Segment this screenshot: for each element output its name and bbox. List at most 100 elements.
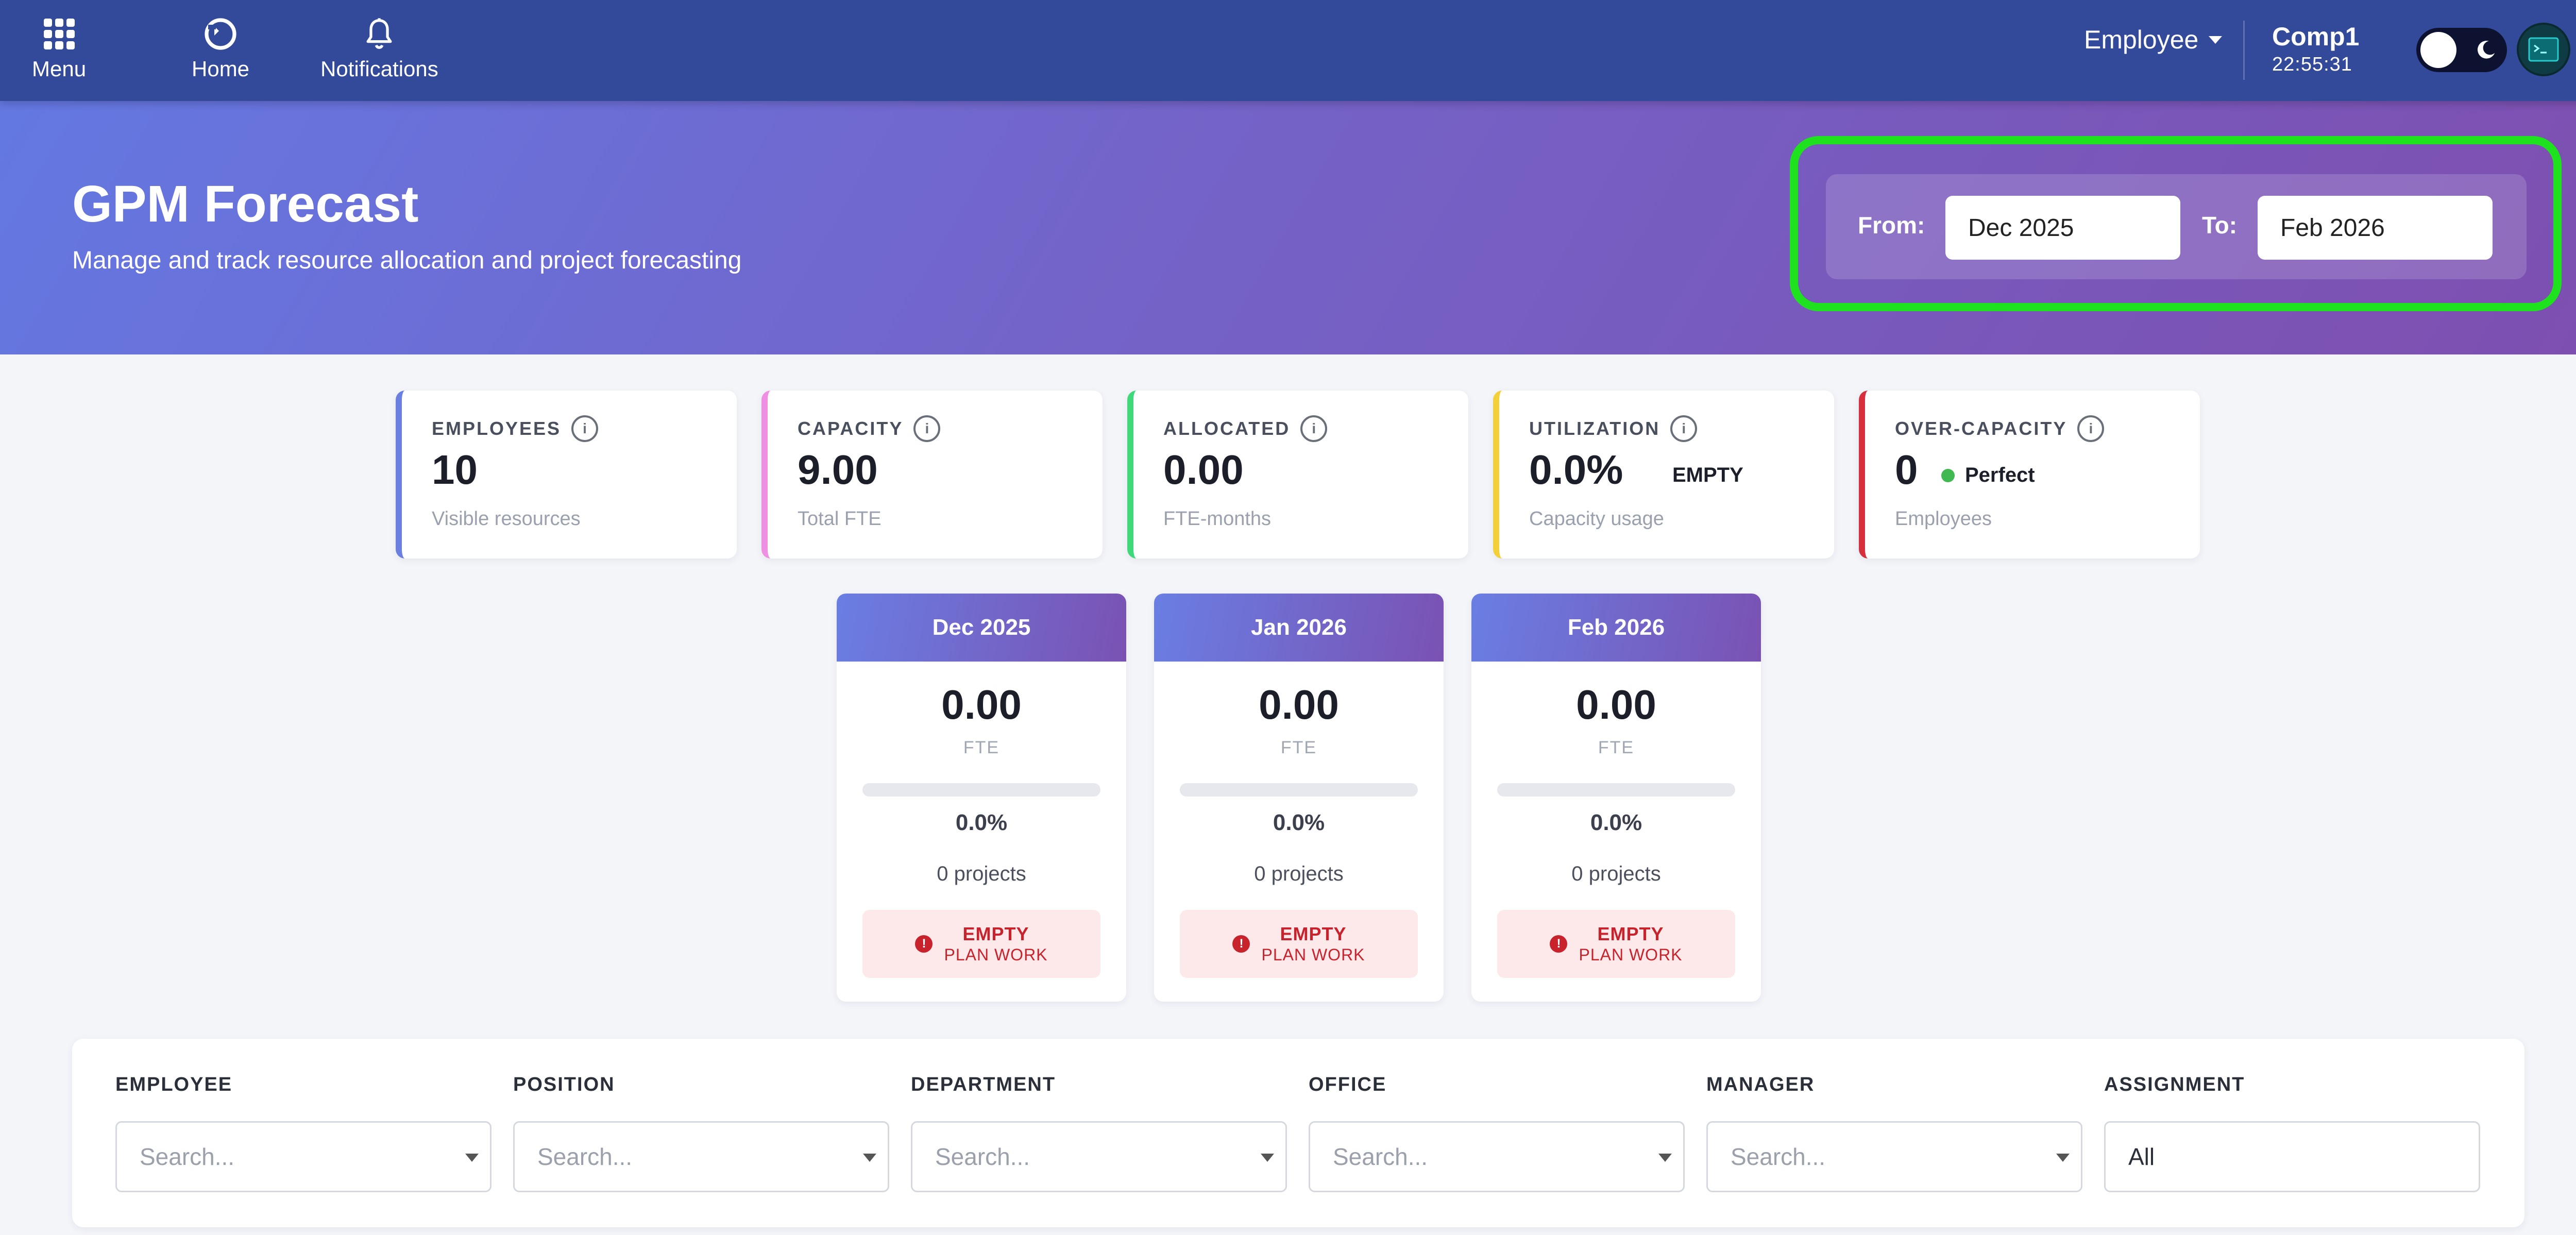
filter-position-text: Search...: [537, 1143, 633, 1170]
stat-label-text: UTILIZATION: [1529, 418, 1660, 439]
filter-label-manager: MANAGER: [1706, 1074, 1815, 1095]
filter-office-text: Search...: [1333, 1143, 1428, 1170]
month-status-badge[interactable]: ! EMPTY PLAN WORK: [862, 910, 1100, 978]
stat-label: ALLOCATED i: [1163, 415, 1328, 442]
role-dropdown[interactable]: Employee: [2084, 25, 2223, 55]
stat-card-allocated: ALLOCATED i 0.00 FTE-months: [1127, 391, 1468, 559]
chevron-down-icon: [1658, 1154, 1672, 1162]
info-icon[interactable]: i: [2077, 415, 2105, 442]
stat-badge-text: EMPTY: [1672, 464, 1743, 486]
stat-card-employees: EMPLOYEES i 10 Visible resources: [396, 391, 737, 559]
menu-button[interactable]: Menu: [32, 13, 86, 81]
month-utilization: 0.0%: [1590, 810, 1642, 835]
month-card: Jan 2026 0.00 FTE 0.0% 0 projects ! EMPTY PLAN …: [1154, 594, 1444, 1002]
filter-assignment-text: All: [2128, 1143, 2155, 1170]
home-refresh-icon: [202, 13, 239, 55]
stat-value: 9.00: [798, 447, 878, 493]
chevron-down-icon: [2209, 36, 2223, 44]
company-name: Comp1: [2272, 22, 2360, 51]
filter-label-employee: EMPLOYEE: [115, 1074, 233, 1095]
stat-value: 10: [432, 447, 478, 493]
moon-icon: [2477, 41, 2495, 59]
month-header: Feb 2026: [1471, 594, 1761, 662]
filter-manager-select[interactable]: Search...: [1706, 1121, 2082, 1192]
stat-sub: Employees: [1895, 508, 1992, 530]
status-text: EMPTY: [1597, 923, 1664, 944]
stat-label: EMPLOYEES i: [432, 415, 599, 442]
stat-badge: Perfect: [1941, 464, 2035, 487]
dark-mode-toggle[interactable]: [2416, 28, 2507, 72]
filter-panel: EMPLOYEE Search... POSITION Search... DEPART…: [72, 1039, 2524, 1227]
month-fte-unit: FTE: [1598, 738, 1635, 757]
month-fte-value: 0.00: [941, 682, 1022, 728]
home-button[interactable]: Home: [192, 13, 249, 81]
month-card: Dec 2025 0.00 FTE 0.0% 0 projects! EMPTY PLAN …: [837, 594, 1126, 1002]
stat-label-text: ALLOCATED: [1163, 418, 1291, 439]
status-subtext: PLAN WORK: [1579, 945, 1683, 964]
utilization-progress-bar: [1497, 783, 1735, 797]
month-utilization: 0.0%: [1273, 810, 1325, 835]
filter-label-assignment: ASSIGNMENT: [2104, 1074, 2245, 1095]
stat-sub: Visible resources: [432, 508, 581, 530]
stat-badge: EMPTY: [1672, 464, 1743, 487]
stat-value: 0.0%: [1529, 447, 1623, 493]
month-projects: 0 projects: [1254, 862, 1344, 885]
alert-icon: !: [1550, 935, 1568, 953]
toggle-knob: [2420, 32, 2456, 68]
filter-label-position: POSITION: [513, 1074, 615, 1095]
info-icon[interactable]: i: [1300, 415, 1328, 442]
month-status-badge[interactable]: ! EMPTY PLAN WORK: [1180, 910, 1418, 978]
month-card: Feb 2026 0.00 FTE 0.0% 0 projects! EMPTY PLAN …: [1471, 594, 1761, 1002]
utilization-progress-bar: [862, 783, 1100, 797]
stat-card-utilization: UTILIZATION i 0.0% EMPTY Capacity usage: [1493, 391, 1834, 559]
month-fte-unit: FTE: [1280, 738, 1317, 757]
stat-sub: FTE-months: [1163, 508, 1272, 530]
status-dot-icon: [1941, 468, 1955, 482]
month-utilization: 0.0%: [955, 810, 1008, 835]
filter-label-department: DEPARTMENT: [911, 1074, 1056, 1095]
info-icon[interactable]: i: [913, 415, 941, 442]
page-title: GPM Forecast: [72, 175, 419, 233]
filter-department-select[interactable]: Search...: [911, 1121, 1287, 1192]
filter-label-office: OFFICE: [1309, 1074, 1387, 1095]
filter-assignment-select[interactable]: All: [2104, 1121, 2480, 1192]
avatar-terminal-icon: [2528, 37, 2559, 62]
bell-icon: [361, 13, 397, 55]
stat-label: UTILIZATION i: [1529, 415, 1698, 442]
notifications-label: Notifications: [320, 57, 438, 81]
top-navbar: Menu Home Notifications Employee Comp1 2…: [0, 0, 2576, 101]
to-month-input[interactable]: [2258, 196, 2493, 260]
notifications-button[interactable]: Notifications: [320, 13, 438, 81]
date-range-picker: From: To:: [1826, 174, 2527, 279]
month-header: Jan 2026: [1154, 594, 1444, 662]
filter-employee-select[interactable]: Search...: [115, 1121, 492, 1192]
utilization-progress-bar: [1180, 783, 1418, 797]
stat-value: 0: [1895, 447, 1918, 493]
stat-label: OVER-CAPACITY i: [1895, 415, 2105, 442]
stat-sub: Total FTE: [798, 508, 882, 530]
filter-office-select[interactable]: Search...: [1309, 1121, 1685, 1192]
home-label: Home: [192, 57, 250, 81]
chevron-down-icon: [2056, 1154, 2070, 1162]
filter-department-text: Search...: [935, 1143, 1030, 1170]
info-icon[interactable]: i: [571, 415, 599, 442]
stat-label-text: EMPLOYEES: [432, 418, 562, 439]
month-fte-value: 0.00: [1576, 682, 1656, 728]
hero-banner: GPM Forecast Manage and track resource a…: [0, 101, 2576, 354]
stat-badge-text: Perfect: [1965, 464, 2035, 486]
clock: 22:55:31: [2272, 54, 2352, 75]
stat-card-over-capacity: OVER-CAPACITY i 0 Perfect Employees: [1859, 391, 2200, 559]
stat-label: CAPACITY i: [798, 415, 941, 442]
filter-position-select[interactable]: Search...: [513, 1121, 889, 1192]
from-label: From:: [1858, 212, 1925, 239]
avatar[interactable]: [2517, 23, 2570, 76]
month-projects: 0 projects: [937, 862, 1026, 885]
chevron-down-icon: [1261, 1154, 1274, 1162]
status-text: EMPTY: [1280, 923, 1347, 944]
filter-employee-text: Search...: [140, 1143, 235, 1170]
stat-value: 0.00: [1163, 447, 1244, 493]
info-icon[interactable]: i: [1670, 415, 1698, 442]
from-month-input[interactable]: [1945, 196, 2180, 260]
month-fte-value: 0.00: [1259, 682, 1339, 728]
month-status-badge[interactable]: ! EMPTY PLAN WORK: [1497, 910, 1735, 978]
